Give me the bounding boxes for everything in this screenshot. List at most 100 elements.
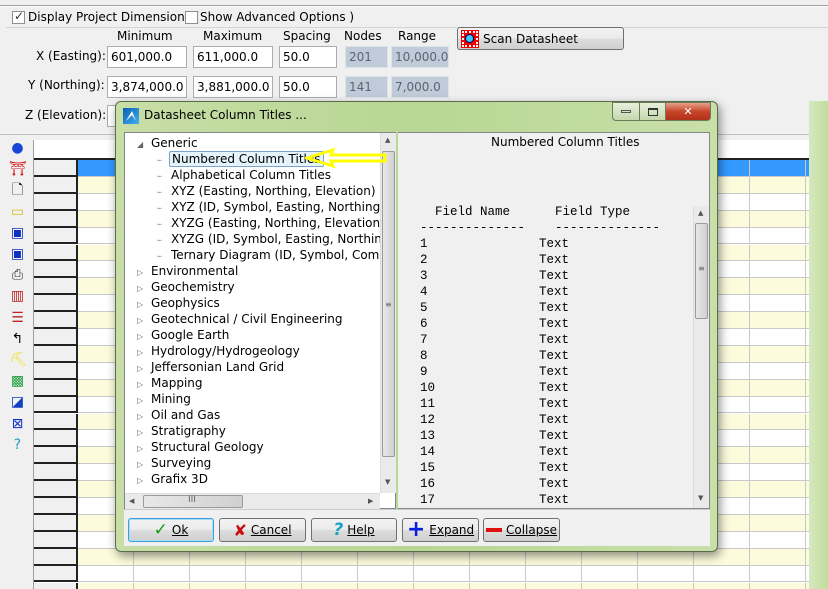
tree-item-category[interactable]: ▷ Geochemistry bbox=[137, 279, 237, 295]
row-header[interactable] bbox=[34, 379, 78, 397]
grid-cell[interactable] bbox=[638, 582, 694, 589]
tree-vertical-scrollbar[interactable]: ▲ ≡ ▼ bbox=[380, 133, 396, 493]
grid-cell[interactable] bbox=[694, 565, 750, 583]
row-header[interactable] bbox=[34, 193, 78, 211]
tree-item-template[interactable]: ┄ XYZ (Easting, Northing, Elevation) bbox=[157, 183, 378, 199]
print-icon[interactable]: ⎙ bbox=[9, 267, 26, 284]
grid-cell[interactable] bbox=[302, 582, 358, 589]
grid-cell[interactable] bbox=[750, 278, 806, 296]
row-header[interactable] bbox=[34, 227, 78, 245]
grid-cell[interactable] bbox=[750, 531, 806, 549]
row-header[interactable] bbox=[34, 329, 78, 346]
map-icon[interactable]: ▩ bbox=[9, 373, 26, 390]
geo-icon[interactable]: ◪ bbox=[9, 394, 26, 411]
row-header[interactable] bbox=[34, 362, 78, 380]
scroll-thumb[interactable]: ≡ bbox=[695, 223, 708, 319]
scroll-down-icon[interactable]: ▼ bbox=[385, 478, 390, 486]
new-file-icon[interactable]: 🗋 bbox=[9, 182, 26, 199]
template-tree[interactable]: ◢ Generic ┄ Numbered Column Titles ┄ Alphabet… bbox=[124, 132, 396, 509]
row-header[interactable] bbox=[34, 312, 78, 329]
grid-cell[interactable] bbox=[526, 582, 582, 589]
scroll-up-icon[interactable]: ▲ bbox=[385, 136, 390, 144]
save-icon[interactable]: ▣ bbox=[9, 225, 26, 242]
scan-datasheet-button[interactable]: Scan Datasheet bbox=[457, 27, 624, 50]
y-spacing-input[interactable]: 50.0 bbox=[279, 76, 337, 98]
grid-cell[interactable] bbox=[750, 261, 806, 279]
row-header[interactable] bbox=[34, 160, 78, 177]
row-header[interactable] bbox=[34, 481, 78, 498]
row-header[interactable] bbox=[34, 430, 78, 448]
tree-item-category[interactable]: ▷ Geotechnical / Civil Engineering bbox=[137, 311, 345, 327]
tree-item-template[interactable]: ┄ Ternary Diagram (ID, Symbol, Compon bbox=[157, 247, 380, 263]
column-width-icon[interactable]: ▥ bbox=[9, 288, 26, 305]
grid-cell[interactable] bbox=[750, 362, 806, 380]
grid-icon[interactable]: ⊠ bbox=[9, 416, 26, 433]
grid-cell[interactable] bbox=[750, 396, 806, 414]
grid-cell[interactable] bbox=[750, 329, 806, 346]
grid-cell[interactable] bbox=[750, 244, 806, 262]
grid-cell[interactable] bbox=[470, 565, 526, 583]
grid-cell[interactable] bbox=[246, 565, 302, 583]
tree-item-category[interactable]: ▷ Mapping bbox=[137, 375, 205, 391]
grid-cell[interactable] bbox=[750, 548, 806, 566]
scroll-down-icon[interactable]: ▼ bbox=[698, 494, 703, 502]
grid-cell[interactable] bbox=[190, 565, 246, 583]
tree-item-template[interactable]: ┄ XYZG (Easting, Northing, Elevation, Gr bbox=[157, 215, 380, 231]
grid-cell[interactable] bbox=[246, 582, 302, 589]
tree-item-category[interactable]: ▷ Environmental bbox=[137, 263, 240, 279]
grid-cell[interactable] bbox=[358, 565, 414, 583]
grid-cell[interactable] bbox=[750, 565, 806, 583]
save-as-icon[interactable]: ▣ bbox=[9, 246, 26, 263]
row-header[interactable] bbox=[34, 396, 78, 414]
grid-cell[interactable] bbox=[750, 481, 806, 498]
maximize-button[interactable] bbox=[639, 102, 666, 121]
tree-item-category[interactable]: ▷ Structural Geology bbox=[137, 439, 266, 455]
cancel-button[interactable]: ✘ Cancel bbox=[219, 518, 306, 542]
minimize-button[interactable] bbox=[612, 102, 640, 121]
help-button[interactable]: ? Help bbox=[311, 518, 397, 542]
undo-icon[interactable]: ↰ bbox=[9, 331, 26, 348]
close-button[interactable]: ✕ bbox=[665, 102, 711, 121]
tree-item-template[interactable]: ┄ Numbered Column Titles bbox=[157, 151, 324, 167]
grid-cell[interactable] bbox=[358, 582, 414, 589]
tree-item-category[interactable]: ▷ Surveying bbox=[137, 455, 213, 471]
row-header[interactable] bbox=[34, 464, 78, 482]
display-dims-checkbox[interactable] bbox=[12, 9, 25, 24]
row-header[interactable] bbox=[34, 498, 78, 515]
grid-cell[interactable] bbox=[78, 565, 134, 583]
grid-cell[interactable] bbox=[134, 582, 190, 589]
row-header[interactable] bbox=[34, 514, 78, 532]
grid-cell[interactable] bbox=[750, 379, 806, 397]
grid-cell[interactable] bbox=[582, 582, 638, 589]
grid-cell[interactable] bbox=[526, 565, 582, 583]
tree-item-category[interactable]: ▷ Google Earth bbox=[137, 327, 231, 343]
tree-item-category[interactable]: ▷ Jeffersonian Land Grid bbox=[137, 359, 286, 375]
tree-item-category[interactable]: ▷ Oil and Gas bbox=[137, 407, 222, 423]
y-min-input[interactable]: 3,874,000.0 bbox=[107, 76, 187, 98]
expand-arrow-icon[interactable]: ▷ bbox=[137, 473, 149, 489]
collapse-arrow-icon[interactable]: ◢ bbox=[137, 137, 149, 153]
help-icon[interactable]: ? bbox=[9, 437, 26, 454]
grid-cell[interactable] bbox=[302, 565, 358, 583]
row-header[interactable] bbox=[34, 345, 78, 363]
preview-scrollbar[interactable]: ▲ ≡ ▼ bbox=[693, 206, 709, 508]
grid-cell[interactable] bbox=[414, 565, 470, 583]
row-header[interactable] bbox=[34, 261, 78, 279]
tree-item-category[interactable]: ▷ Hydrology/Hydrogeology bbox=[137, 343, 302, 359]
tree-item-generic[interactable]: ◢ Generic bbox=[137, 135, 200, 151]
pick-icon[interactable]: ⛏ bbox=[9, 352, 27, 369]
tree-horizontal-scrollbar[interactable]: ◀ III ▶ bbox=[125, 493, 380, 509]
grid-cell[interactable] bbox=[750, 227, 806, 245]
grid-cell[interactable] bbox=[694, 582, 750, 589]
tree-item-category[interactable]: ▷ Grafix 3D bbox=[137, 471, 210, 487]
row-header[interactable] bbox=[34, 531, 78, 549]
tree-item-template[interactable]: ┄ Alphabetical Column Titles bbox=[157, 167, 333, 183]
grid-cell[interactable] bbox=[638, 565, 694, 583]
grid-cell[interactable] bbox=[134, 565, 190, 583]
grid-cell[interactable] bbox=[750, 160, 806, 177]
grid-cell[interactable] bbox=[470, 582, 526, 589]
database-icon[interactable]: ● bbox=[9, 140, 26, 157]
ok-button[interactable]: ✓ Ok bbox=[128, 518, 214, 542]
grid-cell[interactable] bbox=[750, 413, 806, 431]
tree-item-category[interactable]: ▷ Geophysics bbox=[137, 295, 222, 311]
